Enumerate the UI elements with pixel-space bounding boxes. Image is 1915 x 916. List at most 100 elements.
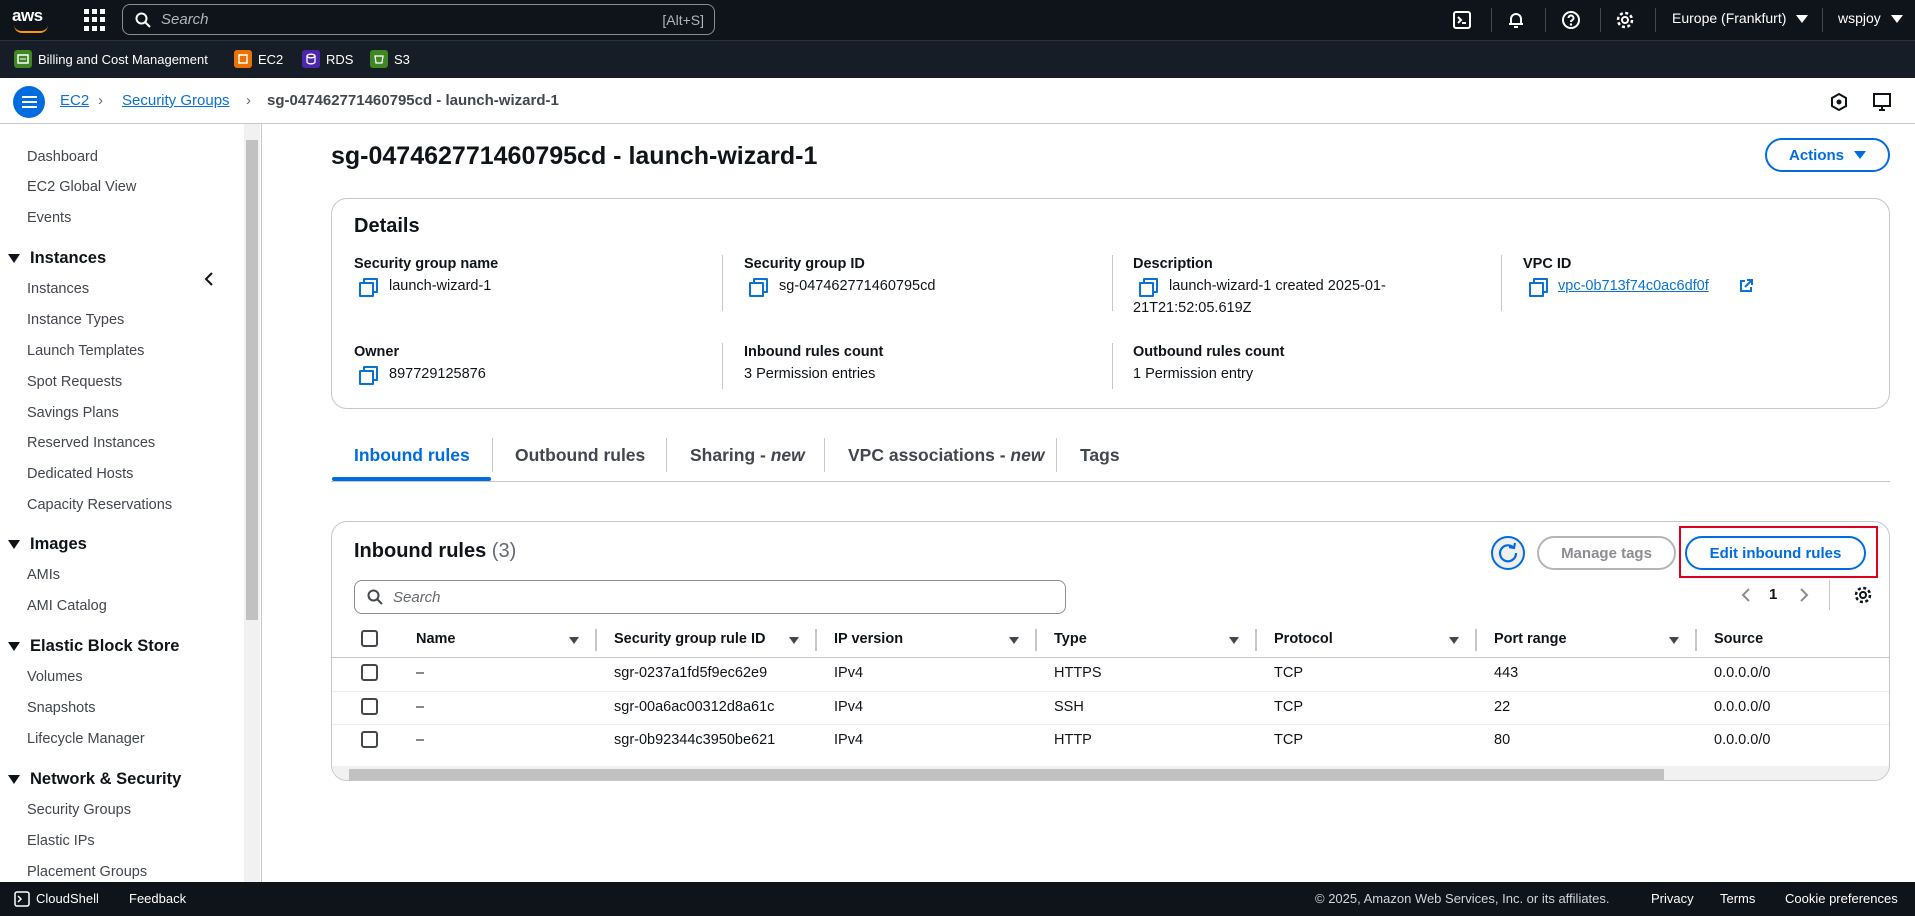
chevron-left-icon[interactable]: [1739, 586, 1753, 604]
region-label: Europe (Frankfurt): [1672, 10, 1787, 26]
chevron-right-icon[interactable]: [1797, 586, 1811, 604]
column-header-rule-id[interactable]: Security group rule ID: [614, 631, 765, 647]
sort-icon[interactable]: [789, 637, 799, 644]
column-header-source[interactable]: Source: [1714, 631, 1763, 647]
column-header-type[interactable]: Type: [1054, 631, 1087, 647]
sidebar-item-lifecycle-manager[interactable]: Lifecycle Manager: [27, 731, 145, 747]
sidebar-item-placement-groups[interactable]: Placement Groups: [27, 864, 147, 880]
sort-icon[interactable]: [1449, 637, 1459, 644]
favorite-label: RDS: [326, 51, 354, 67]
cell-name: –: [416, 732, 425, 748]
sidebar-item-elastic-ips[interactable]: Elastic IPs: [27, 833, 95, 849]
row-checkbox[interactable]: [361, 664, 378, 681]
column-header-port-range[interactable]: Port range: [1494, 631, 1567, 647]
favorite-s3[interactable]: S3: [370, 50, 410, 68]
favorite-ec2[interactable]: EC2: [234, 50, 283, 68]
sidebar-item-capacity-reservations[interactable]: Capacity Reservations: [27, 497, 172, 513]
sidebar-item-reserved-instances[interactable]: Reserved Instances: [27, 435, 155, 451]
copy-icon[interactable]: [358, 365, 378, 385]
tab-tags[interactable]: Tags: [1080, 445, 1120, 466]
sidebar-item-dashboard[interactable]: Dashboard: [27, 149, 98, 165]
table-preferences-gear-icon[interactable]: [1853, 585, 1873, 605]
favorite-rds[interactable]: RDS: [302, 50, 353, 68]
rules-search-input[interactable]: [393, 588, 993, 606]
cell-ip-version: IPv4: [834, 665, 864, 681]
cell-name: –: [416, 665, 425, 681]
cell-type: HTTPS: [1054, 665, 1102, 681]
sidebar-item-volumes[interactable]: Volumes: [27, 669, 83, 685]
rules-search[interactable]: [354, 580, 1066, 614]
table-horizontal-scrollbar[interactable]: [332, 766, 1889, 780]
manage-tags-button[interactable]: Manage tags: [1537, 536, 1676, 570]
sidebar-section-ebs[interactable]: Elastic Block Store: [8, 637, 179, 656]
copy-icon[interactable]: [358, 277, 378, 297]
sidebar-section-images[interactable]: Images: [8, 535, 87, 554]
collapse-sidebar-icon[interactable]: [200, 269, 220, 289]
sidebar-section-network-security[interactable]: Network & Security: [8, 770, 181, 789]
column-header-protocol[interactable]: Protocol: [1274, 631, 1333, 647]
edit-inbound-rules-button[interactable]: Edit inbound rules: [1685, 536, 1866, 570]
feedback-screen-icon[interactable]: [1872, 92, 1894, 112]
external-link-icon[interactable]: [1739, 279, 1753, 293]
sidebar-item-ami-catalog[interactable]: AMI Catalog: [27, 598, 107, 614]
tab-inbound-rules[interactable]: Inbound rules: [354, 445, 470, 466]
sort-icon[interactable]: [1009, 637, 1019, 644]
current-page[interactable]: 1: [1769, 586, 1777, 603]
footer-privacy[interactable]: Privacy: [1651, 891, 1694, 906]
footer-cookie-preferences[interactable]: Cookie preferences: [1785, 891, 1898, 906]
tab-sharing[interactable]: Sharing - new: [690, 445, 805, 466]
row-checkbox[interactable]: [361, 698, 378, 715]
sidebar-item-savings-plans[interactable]: Savings Plans: [27, 405, 119, 421]
favorite-label: EC2: [258, 51, 284, 67]
sidebar-item-spot-requests[interactable]: Spot Requests: [27, 374, 122, 390]
sidebar-item-events[interactable]: Events: [27, 210, 71, 226]
footer-feedback[interactable]: Feedback: [129, 891, 186, 906]
actions-button[interactable]: Actions: [1765, 138, 1890, 172]
sort-icon[interactable]: [569, 637, 579, 644]
sidebar-scrollbar-thumb[interactable]: [246, 140, 258, 620]
help-icon[interactable]: [1561, 10, 1581, 30]
side-navigation-toggle[interactable]: [13, 86, 45, 118]
sidebar-item-security-groups[interactable]: Security Groups: [27, 802, 131, 818]
select-all-checkbox[interactable]: [361, 630, 378, 647]
refresh-button[interactable]: [1491, 536, 1525, 570]
tab-outbound-rules[interactable]: Outbound rules: [515, 445, 645, 466]
footer-terms[interactable]: Terms: [1720, 891, 1755, 906]
cloudshell-icon[interactable]: [14, 891, 30, 907]
sidebar-item-launch-templates[interactable]: Launch Templates: [27, 343, 144, 359]
sidebar-item-amis[interactable]: AMIs: [27, 567, 60, 583]
column-header-name[interactable]: Name: [416, 631, 456, 647]
copy-icon[interactable]: [748, 277, 768, 297]
sidebar-item-instances[interactable]: Instances: [27, 281, 89, 297]
breadcrumb-ec2[interactable]: EC2: [60, 92, 89, 109]
sort-icon[interactable]: [1669, 637, 1679, 644]
copy-icon[interactable]: [1138, 277, 1158, 297]
services-grid-icon[interactable]: [84, 9, 106, 31]
account-menu[interactable]: wspjoy: [1838, 10, 1903, 26]
bell-icon[interactable]: [1506, 10, 1526, 30]
region-selector[interactable]: Europe (Frankfurt): [1672, 10, 1809, 26]
sidebar-item-dedicated-hosts[interactable]: Dedicated Hosts: [27, 466, 133, 482]
sort-icon[interactable]: [1229, 637, 1239, 644]
scrollbar-thumb[interactable]: [349, 769, 1664, 780]
tab-vpc-associations[interactable]: VPC associations - new: [848, 445, 1044, 466]
sidebar-item-snapshots[interactable]: Snapshots: [27, 700, 96, 716]
global-search-input[interactable]: [161, 11, 641, 28]
sidebar-item-global-view[interactable]: EC2 Global View: [27, 179, 136, 195]
sidebar-section-instances[interactable]: Instances: [8, 249, 106, 268]
vpc-id-link[interactable]: vpc-0b713f74c0ac6df0f: [1558, 278, 1709, 294]
global-search[interactable]: [Alt+S]: [122, 4, 715, 35]
description-value-line2: 21T21:52:05.619Z: [1133, 300, 1252, 316]
column-header-ip-version[interactable]: IP version: [834, 631, 903, 647]
row-checkbox[interactable]: [361, 731, 378, 748]
cloudshell-icon[interactable]: [1452, 10, 1472, 30]
gear-icon[interactable]: [1615, 10, 1635, 30]
aws-logo[interactable]: aws: [12, 6, 52, 34]
footer-cloudshell[interactable]: CloudShell: [36, 891, 99, 906]
notifications-icon[interactable]: [1829, 92, 1849, 112]
breadcrumb-security-groups[interactable]: Security Groups: [122, 92, 230, 109]
favorite-label: Billing and Cost Management: [38, 51, 208, 67]
sidebar-item-instance-types[interactable]: Instance Types: [27, 312, 124, 328]
copy-icon[interactable]: [1528, 277, 1548, 297]
favorite-billing[interactable]: Billing and Cost Management: [14, 50, 208, 68]
